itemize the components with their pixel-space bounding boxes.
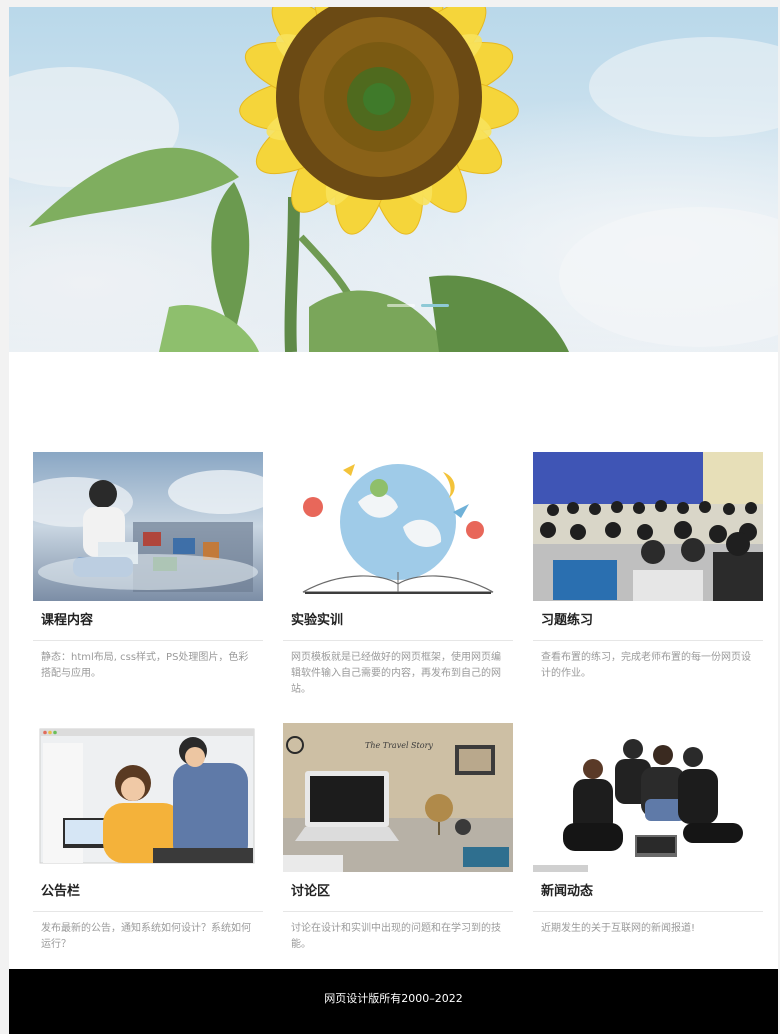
card-discussion[interactable]: The Travel Story 讨论区 讨论在设计和实训中出现的问题和在学习到 — [283, 723, 513, 953]
card-description: 静态：html布局, css样式，PS处理图片，色彩搭配与应用。 — [41, 652, 249, 679]
card-title: 新闻动态 — [533, 872, 763, 912]
card-title: 讨论区 — [283, 872, 513, 912]
card-description: 网页模板就是已经做好的网页框架，使用网页编辑软件输入自己需要的内容，再发布到自己… — [291, 652, 501, 695]
card-description: 近期发生的关于互联网的新闻报道! — [541, 923, 696, 934]
card-image-book-globe — [283, 452, 513, 601]
card-image-office — [33, 723, 263, 872]
card-image-group — [533, 723, 763, 872]
card-exercises[interactable]: 习题练习 查看布置的练习，完成老师布置的每一份网页设计的作业。 — [533, 452, 763, 682]
hero-banner[interactable] — [9, 7, 778, 352]
card-lab-training[interactable]: 实验实训 网页模板就是已经做好的网页框架，使用网页编辑软件输入自己需要的内容，再… — [283, 452, 513, 698]
sunflower-illustration — [9, 7, 778, 352]
card-course-content[interactable]: 课程内容 静态：html布局, css样式，PS处理图片，色彩搭配与应用。 — [33, 452, 263, 682]
footer: 网页设计版所有2000–2022 — [9, 969, 778, 1034]
card-bulletin[interactable]: 公告栏 发布最新的公告，通知系统如何设计？系统如何运行？ — [33, 723, 263, 953]
carousel-dot-2[interactable] — [421, 304, 449, 307]
travel-story-text: The Travel Story — [365, 741, 433, 750]
page: 课程内容 静态：html布局, css样式，PS处理图片，色彩搭配与应用。 实验… — [9, 7, 778, 1034]
carousel-indicators — [387, 304, 449, 307]
card-description: 讨论在设计和实训中出现的问题和在学习到的技能。 — [291, 923, 501, 950]
card-news[interactable]: 新闻动态 近期发生的关于互联网的新闻报道! — [533, 723, 763, 937]
card-title: 课程内容 — [33, 601, 263, 641]
card-image-laptop-desk: The Travel Story — [283, 723, 513, 872]
card-image-girl-reading — [33, 452, 263, 601]
footer-copyright: 网页设计版所有2000–2022 — [324, 992, 463, 1005]
card-title: 习题练习 — [533, 601, 763, 641]
card-title: 实验实训 — [283, 601, 513, 641]
carousel-dot-1[interactable] — [387, 304, 415, 307]
card-description: 查看布置的练习，完成老师布置的每一份网页设计的作业。 — [541, 652, 751, 679]
card-title: 公告栏 — [33, 872, 263, 912]
card-description: 发布最新的公告，通知系统如何设计？系统如何运行？ — [41, 923, 251, 950]
card-image-classroom — [533, 452, 763, 601]
